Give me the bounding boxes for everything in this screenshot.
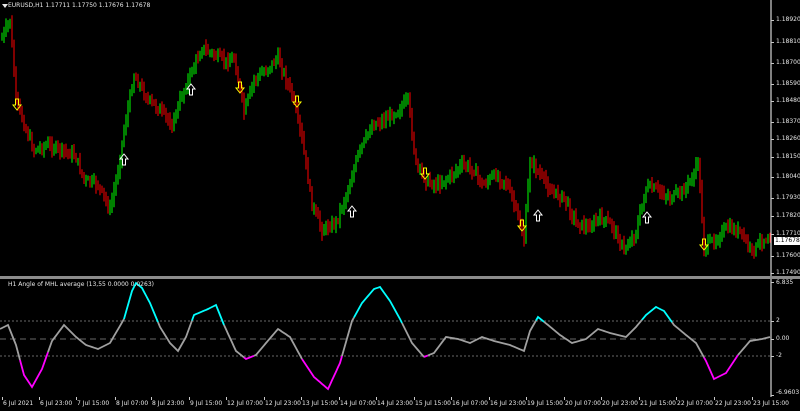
price-axis-label: 1.18370: [776, 118, 800, 125]
buy-arrow-icon: [532, 209, 544, 222]
time-axis-label: 16 Jul 23:00: [490, 400, 526, 407]
price-tick: [771, 273, 774, 274]
price-axis-label: 1.17930: [776, 194, 800, 201]
price-axis-label: 1.18810: [776, 38, 800, 45]
price-axis-label: 1.18480: [776, 97, 800, 104]
time-axis-label: 23 Jul 15:00: [753, 400, 789, 407]
price-axis-label: 1.18700: [776, 59, 800, 66]
mt4-chart-window[interactable]: EURUSD,H1 1.17711 1.17750 1.17676 1.1767…: [0, 0, 800, 411]
time-axis-label: 14 Jul 23:00: [377, 400, 413, 407]
time-axis-label: 19 Jul 15:00: [527, 400, 563, 407]
indicator-tick: [771, 321, 774, 322]
indicator-line: [47, 318, 125, 353]
indicator-line: [19, 351, 49, 389]
indicator-line: [223, 324, 245, 359]
price-chart-pane[interactable]: EURUSD,H1 1.17711 1.17750 1.17676 1.1767…: [0, 0, 800, 276]
indicator-axis-label: 2: [776, 317, 780, 324]
price-tick: [771, 84, 774, 85]
time-axis-label: 22 Jul 07:00: [677, 400, 713, 407]
indicator-axis-label: 6.835: [776, 279, 794, 286]
price-tick: [771, 122, 774, 123]
price-tick: [771, 42, 774, 43]
indicator-line: [427, 320, 537, 357]
price-axis-label: 1.17600: [776, 252, 800, 259]
indicator-pane[interactable]: H1 Angle of MHL average (13,55 0.0000 0.…: [0, 279, 800, 397]
indicator-line: [253, 327, 303, 360]
indicator-line: [157, 320, 193, 353]
price-axis-label: 1.18260: [776, 135, 800, 142]
indicator-tick: [771, 339, 774, 340]
time-axis-label: 8 Jul 23:00: [152, 400, 185, 407]
price-tick: [771, 256, 774, 257]
time-axis-label: 20 Jul 23:00: [602, 400, 638, 407]
symbol-header: EURUSD,H1 1.17711 1.17750 1.17676 1.1767…: [8, 2, 151, 9]
indicator-line: [641, 305, 673, 323]
time-axis-label: 22 Jul 23:00: [715, 400, 751, 407]
time-axis-label: 13 Jul 15:00: [302, 400, 338, 407]
buy-arrow-icon: [641, 211, 653, 224]
indicator-tick: [771, 356, 774, 357]
indicator-line: [0, 323, 21, 361]
indicator-axis-label: -2: [776, 352, 782, 359]
indicator-line: [543, 319, 643, 344]
indicator-line: [737, 336, 771, 356]
indicator-tick: [771, 395, 774, 396]
indicator-line: [401, 322, 425, 358]
indicator-line: [341, 316, 355, 357]
price-axis-label: 1.18040: [776, 173, 800, 180]
buy-arrow-icon: [346, 205, 358, 218]
price-tick: [771, 157, 774, 158]
candlestick-chart[interactable]: [0, 0, 800, 276]
time-axis-label: 14 Jul 07:00: [340, 400, 376, 407]
time-axis-label: 21 Jul 15:00: [640, 400, 676, 407]
price-tick: [771, 20, 774, 21]
indicator-tick: [771, 282, 774, 283]
time-axis-label: 7 Jul 15:00: [77, 400, 110, 407]
time-axis-label: 6 Jul 2021: [3, 400, 34, 407]
time-axis-label: 20 Jul 07:00: [565, 400, 601, 407]
time-axis: 6 Jul 2021 6 Jul 23:00 7 Jul 15:00 8 Jul 07…: [0, 397, 800, 411]
time-axis-label: 8 Jul 07:00: [116, 400, 149, 407]
indicator-line: [191, 303, 225, 326]
indicator-line: [703, 354, 739, 381]
price-tick: [771, 101, 774, 102]
time-axis-label: 9 Jul 15:00: [190, 400, 223, 407]
indicator-header: H1 Angle of MHL average (13,55 0.0000 0.…: [8, 281, 154, 288]
indicator-axis-label: -6.9603: [776, 389, 800, 396]
indicator-line: [671, 321, 705, 358]
indicator-line: [301, 355, 343, 391]
price-axis-label: 1.18150: [776, 153, 800, 160]
current-price-tag: 1.17678: [774, 237, 800, 245]
time-axis-label: 15 Jul 15:00: [415, 400, 451, 407]
time-axis-label: 12 Jul 23:00: [265, 400, 301, 407]
price-axis-label: 1.17820: [776, 212, 800, 219]
price-tick: [771, 139, 774, 140]
price-axis-label: 1.18590: [776, 80, 800, 87]
time-axis-label: 12 Jul 07:00: [227, 400, 263, 407]
price-axis-label: 1.18920: [776, 16, 800, 23]
buy-arrow-icon: [118, 153, 130, 166]
indicator-chart[interactable]: [0, 279, 800, 397]
indicator-axis-label: 0.00: [776, 335, 790, 342]
time-axis-label: 6 Jul 23:00: [40, 400, 73, 407]
price-tick: [771, 63, 774, 64]
indicator-line: [353, 285, 403, 324]
price-tick: [771, 177, 774, 178]
price-tick: [771, 198, 774, 199]
price-tick: [771, 234, 774, 235]
price-tick: [771, 216, 774, 217]
time-axis-label: 16 Jul 07:00: [452, 400, 488, 407]
